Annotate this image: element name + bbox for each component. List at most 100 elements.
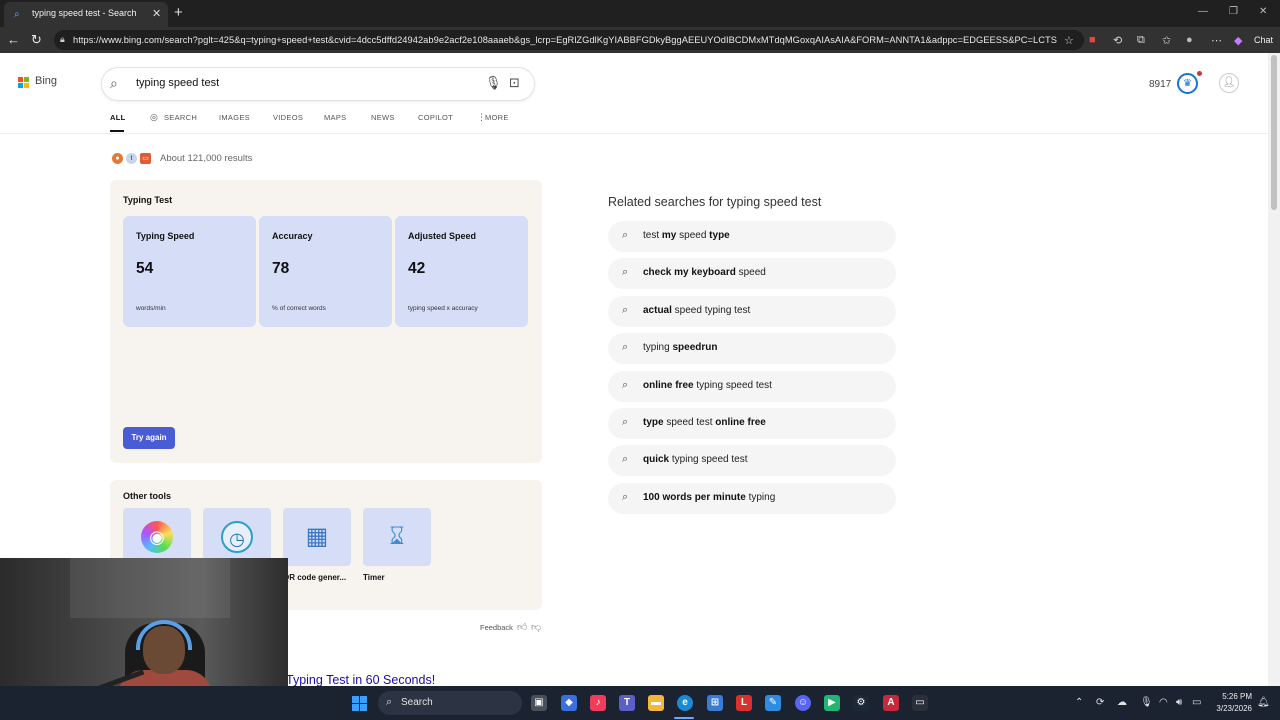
- visual-search-icon[interactable]: ⊡: [509, 75, 520, 91]
- split-screen-icon[interactable]: ⧉: [1137, 34, 1145, 47]
- tool-qr-code[interactable]: ▦: [283, 508, 351, 566]
- tool-timer[interactable]: ⌛︎: [363, 508, 431, 566]
- refresh-icon[interactable]: ↻: [31, 32, 42, 48]
- highlighted-term: type: [709, 230, 730, 241]
- page-scrollbar[interactable]: [1268, 53, 1280, 686]
- mic-tray-icon[interactable]: 🎙︎: [1140, 697, 1153, 708]
- highlighted-term: type: [643, 417, 664, 428]
- notification-bell-icon[interactable]: 🔔︎: [1257, 697, 1270, 708]
- tab-more[interactable]: MORE: [485, 113, 509, 122]
- new-tab-button[interactable]: +: [174, 4, 183, 21]
- edge-browser-icon[interactable]: e: [677, 695, 693, 711]
- search-icon: ⌕: [622, 266, 629, 279]
- discord-icon[interactable]: ☺: [795, 695, 811, 711]
- copilot-icon[interactable]: ◆: [1234, 34, 1242, 47]
- tab-news[interactable]: NEWS: [371, 113, 395, 122]
- volume-icon[interactable]: 🔊︎: [1176, 697, 1182, 708]
- query-term: typing: [745, 491, 776, 503]
- battery-icon[interactable]: ▭: [1192, 697, 1201, 708]
- microphone-icon[interactable]: 🎙︎: [485, 75, 502, 91]
- related-search-item[interactable]: ⌕ check my keyboard speed: [608, 258, 896, 290]
- source-icon: t: [126, 153, 137, 164]
- tab-all[interactable]: ALL: [110, 113, 125, 122]
- minimize-icon[interactable]: —: [1198, 6, 1208, 17]
- profile-avatar-icon[interactable]: ●: [1186, 34, 1193, 46]
- user-profile-icon[interactable]: 👤︎: [1219, 73, 1239, 93]
- copilot-app-icon[interactable]: ◆: [561, 695, 577, 711]
- wifi-icon[interactable]: ◠: [1159, 697, 1168, 708]
- tab-images[interactable]: IMAGES: [219, 113, 250, 122]
- related-search-item[interactable]: ⌕ actual speed typing test: [608, 295, 896, 327]
- search-icon[interactable]: ⌕: [110, 75, 118, 92]
- stat-accuracy: Accuracy 78 % of correct words: [259, 216, 392, 327]
- green-app-icon[interactable]: ▶: [824, 695, 840, 711]
- clock-time[interactable]: 5:26 PM: [1216, 692, 1252, 701]
- rewards-medal-icon[interactable]: ♛: [1177, 73, 1198, 94]
- terminal-icon[interactable]: ▭: [912, 695, 928, 711]
- qr-code-icon: ▦: [305, 523, 329, 550]
- favorites-icon[interactable]: ✩: [1162, 34, 1171, 47]
- stat-value: 42: [408, 260, 426, 277]
- search-icon: ⌕: [622, 453, 629, 466]
- search-box[interactable]: ⌕ typing speed test 🎙︎ ⊡: [102, 68, 534, 100]
- pen-app-icon[interactable]: ✎: [765, 695, 781, 711]
- tab-maps[interactable]: MAPS: [324, 113, 346, 122]
- scrollbar-thumb[interactable]: [1271, 55, 1277, 210]
- cloud-icon[interactable]: ☁: [1117, 697, 1127, 708]
- related-search-item[interactable]: ⌕ 100 words per minute typing: [608, 482, 896, 514]
- result-title-link[interactable]: Typing Test in 60 Seconds!: [286, 673, 435, 686]
- steam-icon[interactable]: ⚙: [853, 695, 869, 711]
- related-search-item[interactable]: ⌕ type speed test online free: [608, 408, 896, 439]
- taskbar-search-label: Search: [401, 697, 433, 708]
- tray-chevron-icon[interactable]: ⌃: [1075, 697, 1083, 708]
- chat-label[interactable]: Chat: [1254, 35, 1273, 45]
- query-term: speed test: [663, 417, 716, 428]
- try-again-button[interactable]: Try again: [123, 427, 175, 449]
- thumbs-up-icon[interactable]: 👍︎: [517, 621, 527, 633]
- related-search-text: type speed test online free: [643, 417, 766, 428]
- url-field[interactable]: 🔒︎ https://www.bing.com/search?pglt=425&…: [54, 30, 1084, 50]
- feedback-link[interactable]: Feedback: [480, 623, 513, 632]
- stat-unit: typing speed x accuracy: [408, 305, 478, 312]
- thumbs-down-icon[interactable]: 👎︎: [531, 621, 541, 633]
- highlighted-term: online free: [715, 417, 766, 428]
- tool-label: Timer: [363, 573, 385, 582]
- file-explorer-icon[interactable]: ▬: [648, 695, 664, 711]
- windows-start-icon[interactable]: [352, 696, 368, 712]
- store-icon[interactable]: ⊞: [707, 695, 723, 711]
- extensions-puzzle-icon[interactable]: ⟲: [1113, 34, 1122, 47]
- taskbar-search[interactable]: ⌕ Search: [378, 691, 522, 715]
- teams-icon[interactable]: T: [619, 695, 635, 711]
- maximize-icon[interactable]: ❐: [1229, 6, 1238, 17]
- clock-date[interactable]: 3/23/2026: [1210, 704, 1252, 713]
- tray-app-icon[interactable]: ⟳: [1096, 697, 1104, 708]
- red-app-icon[interactable]: A: [883, 695, 899, 711]
- tab-videos[interactable]: VIDEOS: [273, 113, 303, 122]
- related-search-item[interactable]: ⌕ typing speedrun: [608, 333, 896, 365]
- rewards-points[interactable]: 8917: [1149, 79, 1171, 90]
- window-close-icon[interactable]: ✕: [1259, 6, 1267, 17]
- back-icon[interactable]: ←: [7, 32, 20, 47]
- favorite-star-icon[interactable]: ☆: [1064, 34, 1074, 47]
- settings-more-icon[interactable]: ⋯: [1211, 34, 1222, 47]
- tab-close-icon[interactable]: ✕: [152, 7, 161, 20]
- extension-icon[interactable]: ■: [1089, 34, 1096, 46]
- search-icon: ⌕: [622, 341, 629, 354]
- tab-search[interactable]: SEARCH: [164, 113, 197, 122]
- related-search-item[interactable]: ⌕ quick typing speed test: [608, 445, 896, 477]
- header-divider: [0, 133, 1268, 134]
- hourglass-icon: ⌛︎: [389, 523, 405, 550]
- query-term: typing speed test: [693, 379, 772, 391]
- related-search-item[interactable]: ⌕ test my speed type: [608, 221, 896, 252]
- task-view-icon[interactable]: ▣: [531, 695, 547, 711]
- tab-copilot[interactable]: COPILOT: [418, 113, 453, 122]
- related-search-text: typing speedrun: [643, 342, 717, 353]
- search-input[interactable]: typing speed test: [136, 77, 219, 89]
- l-app-icon[interactable]: L: [736, 695, 752, 711]
- highlighted-term: 100 words per minute: [643, 491, 746, 503]
- browser-tab[interactable]: ⌕ typing speed test - Search ✕: [4, 2, 168, 27]
- related-search-item[interactable]: ⌕ online free typing speed test: [608, 370, 896, 402]
- tab-title: typing speed test - Search: [32, 8, 137, 18]
- search-icon: ⌕: [386, 696, 393, 708]
- music-app-icon[interactable]: ♪: [590, 695, 606, 711]
